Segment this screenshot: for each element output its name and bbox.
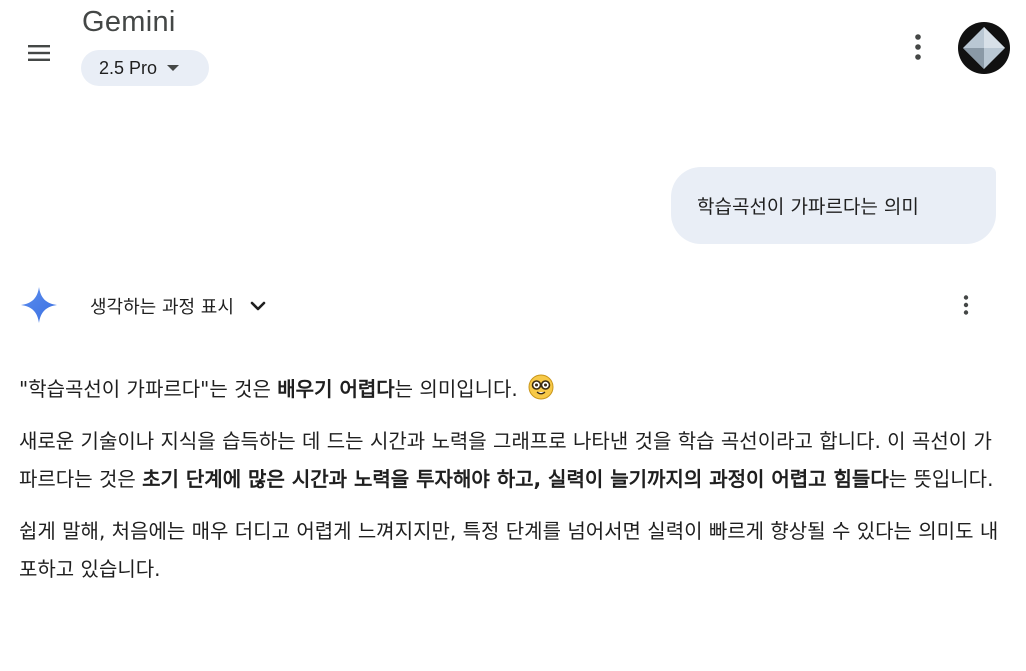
- gemini-spark-icon: [21, 287, 57, 323]
- response-options-button[interactable]: [953, 291, 979, 319]
- model-selector-button[interactable]: 2.5 Pro: [81, 50, 209, 86]
- response-paragraph: 쉽게 말해, 처음에는 매우 더디고 어렵게 느껴지지만, 특정 단계를 넘어서…: [19, 519, 999, 581]
- more-vert-icon: [915, 34, 921, 60]
- response-header: 생각하는 과정 표시: [0, 280, 1026, 330]
- more-options-button[interactable]: [903, 31, 933, 63]
- chevron-down-icon: [167, 65, 180, 71]
- top-bar: Gemini 2.5 Pro: [0, 0, 1026, 100]
- response-body: "학습곡선이 가파르다"는 것은 배우기 어렵다는 의미입니다. 새로운 기술이…: [19, 370, 1004, 602]
- menu-button[interactable]: [24, 38, 54, 68]
- user-message-text: 학습곡선이 가파르다는 의미: [697, 196, 919, 218]
- show-thinking-toggle[interactable]: 생각하는 과정 표시: [90, 293, 268, 319]
- paragraph-text: "학습곡선이 가파르다"는 것은: [19, 377, 278, 401]
- response-paragraph: "학습곡선이 가파르다"는 것은 배우기 어렵다는 의미입니다.: [19, 370, 1004, 408]
- nerd-face-emoji: [528, 374, 554, 400]
- chevron-down-icon: [250, 301, 266, 311]
- menu-icon: [28, 45, 50, 61]
- more-vert-icon: [963, 295, 969, 315]
- response-paragraph: 새로운 기술이나 지식을 습득하는 데 드는 시간과 노력을 그래프로 나타낸 …: [19, 422, 1004, 498]
- thinking-label: 생각하는 과정 표시: [90, 297, 234, 318]
- user-message-bubble: 학습곡선이 가파르다는 의미: [671, 167, 996, 244]
- paragraph-text: 는 뜻입니다.: [888, 467, 994, 491]
- avatar-image: [958, 22, 1010, 74]
- bold-text: 배우기 어렵다: [277, 377, 395, 401]
- bold-text: 초기 단계에 많은 시간과 노력을 투자해야 하고, 실력이 늘기까지의 과정이…: [142, 467, 889, 491]
- avatar[interactable]: [958, 22, 1010, 74]
- paragraph-text: 는 의미입니다.: [394, 377, 518, 401]
- app-title: Gemini: [82, 6, 176, 38]
- model-label: 2.5 Pro: [99, 57, 158, 78]
